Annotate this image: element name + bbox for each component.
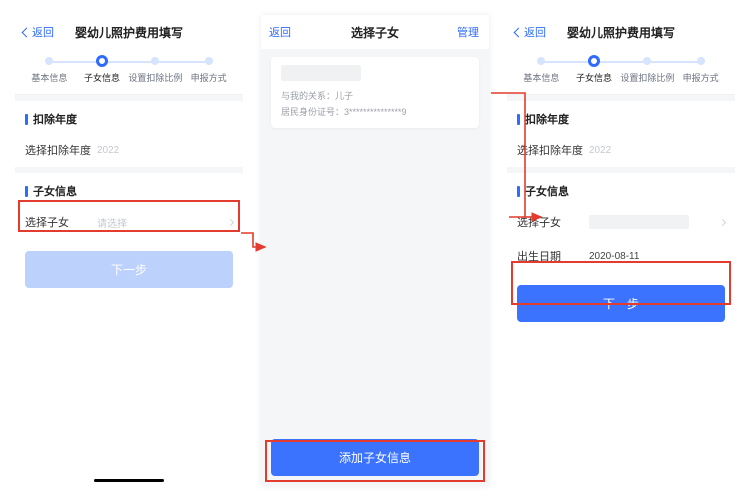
row-deduction-year[interactable]: 选择扣除年度 2022 (507, 133, 735, 167)
step-basic-info: 基本信息 (23, 57, 76, 84)
id-line: 居民身份证号：3***************9 (281, 105, 469, 118)
section-deduction-year: 扣除年度 (507, 101, 735, 133)
select-child-label: 选择子女 (25, 214, 97, 230)
year-label: 选择扣除年度 (25, 142, 97, 158)
back-label: 返回 (32, 24, 54, 40)
step-basic-info: 基本信息 (515, 57, 568, 84)
year-value: 2022 (589, 145, 611, 156)
relation-line: 与我的关系：儿子 (281, 89, 469, 102)
child-name-masked (281, 65, 361, 81)
next-button[interactable]: 下一步 (517, 285, 725, 322)
section-child-info: 子女信息 (507, 173, 735, 205)
header: 返回 婴幼儿照护费用填写 (507, 15, 735, 49)
section-deduction-year: 扣除年度 (15, 101, 243, 133)
chevron-left-icon (514, 27, 524, 37)
back-label: 返回 (269, 24, 291, 40)
child-name-masked (589, 215, 689, 229)
header: 返回 选择子女 管理 (261, 15, 489, 49)
select-child-label: 选择子女 (517, 214, 589, 230)
add-child-button[interactable]: 添加子女信息 (271, 439, 479, 476)
page-title: 婴幼儿照护费用填写 (75, 24, 183, 41)
progress-stepper: 基本信息 子女信息 设置扣除比例 申报方式 (15, 49, 243, 95)
row-select-child[interactable]: 选择子女 请选择 (15, 205, 243, 239)
header: 返回 婴幼儿照护费用填写 (15, 15, 243, 49)
screen-2: 返回 选择子女 管理 与我的关系：儿子 居民身份证号：3************… (261, 15, 489, 486)
screen-3: 返回 婴幼儿照护费用填写 基本信息 子女信息 设置扣除比例 申报方式 扣除年度 … (507, 15, 735, 486)
home-indicator (94, 479, 164, 482)
back-button[interactable]: 返回 (269, 24, 291, 40)
chevron-right-icon (719, 218, 726, 225)
manage-button[interactable]: 管理 (457, 24, 479, 40)
child-card[interactable]: 与我的关系：儿子 居民身份证号：3***************9 (271, 57, 479, 128)
chevron-right-icon (227, 218, 234, 225)
page-title: 婴幼儿照护费用填写 (567, 24, 675, 41)
section-child-info: 子女信息 (15, 173, 243, 205)
back-button[interactable]: 返回 (515, 24, 546, 40)
year-label: 选择扣除年度 (517, 142, 589, 158)
select-child-placeholder: 请选择 (97, 215, 127, 230)
dob-label: 出生日期 (517, 248, 589, 264)
dob-value: 2020-08-11 (589, 251, 639, 262)
back-button[interactable]: 返回 (23, 24, 54, 40)
back-label: 返回 (524, 24, 546, 40)
chevron-left-icon (22, 27, 32, 37)
next-button[interactable]: 下一步 (25, 251, 233, 288)
page-title: 选择子女 (351, 24, 399, 41)
child-list-panel: 与我的关系：儿子 居民身份证号：3***************9 添加子女信息 (261, 49, 489, 486)
year-value: 2022 (97, 145, 119, 156)
row-dob: 出生日期 2020-08-11 (507, 239, 735, 273)
row-deduction-year[interactable]: 选择扣除年度 2022 (15, 133, 243, 167)
screen-1: 返回 婴幼儿照护费用填写 基本信息 子女信息 设置扣除比例 申报方式 扣除年度 … (15, 15, 243, 486)
row-select-child[interactable]: 选择子女 (507, 205, 735, 239)
three-screen-walkthrough: 返回 婴幼儿照护费用填写 基本信息 子女信息 设置扣除比例 申报方式 扣除年度 … (15, 15, 736, 486)
progress-stepper: 基本信息 子女信息 设置扣除比例 申报方式 (507, 49, 735, 95)
